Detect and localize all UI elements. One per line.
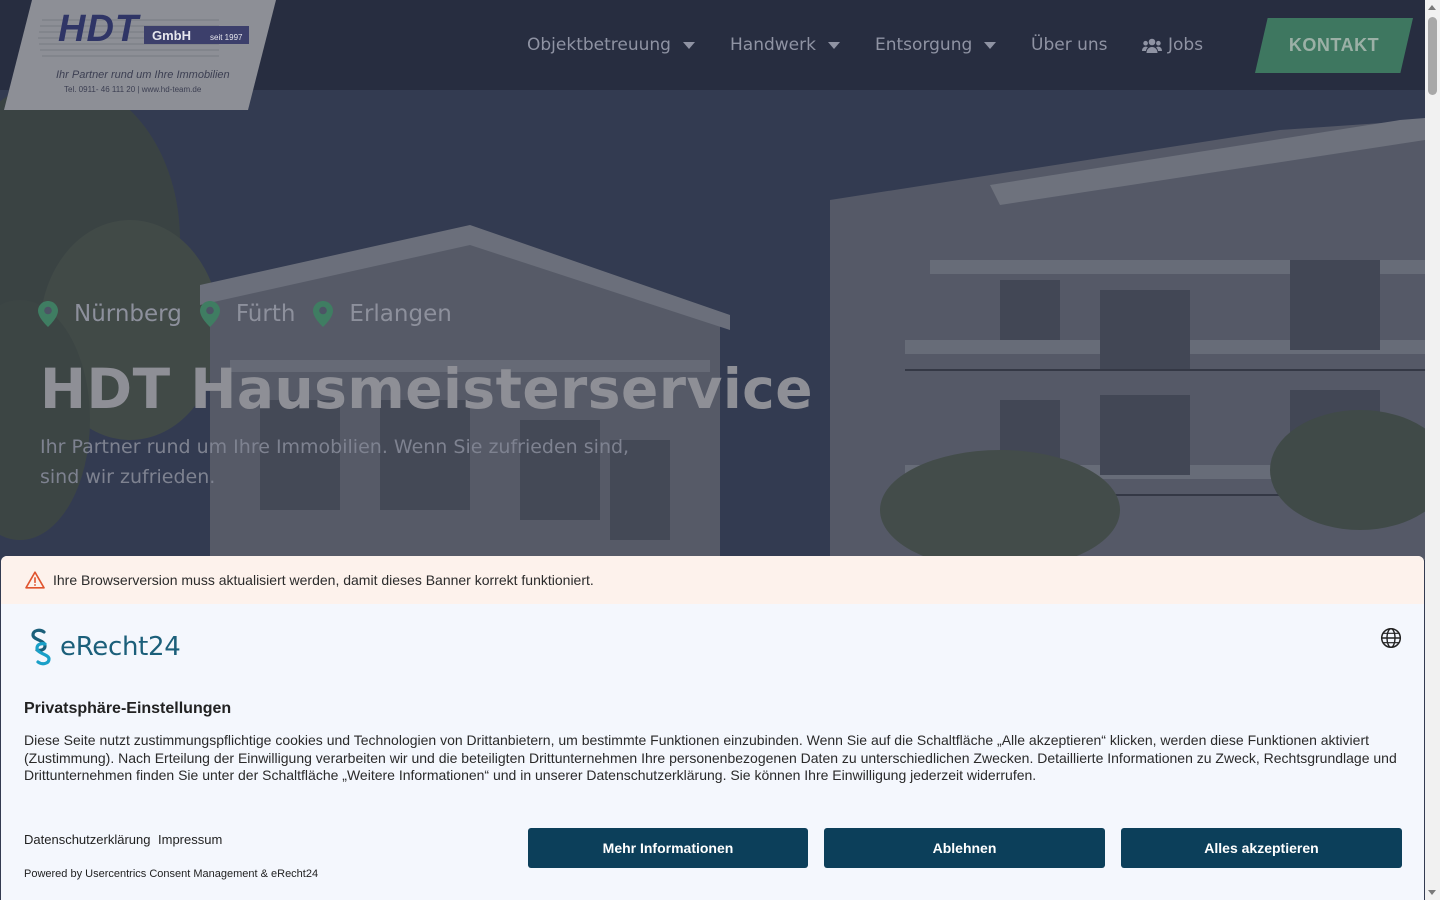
location-label: Erlangen — [349, 301, 452, 327]
decline-button[interactable]: Ablehnen — [824, 828, 1105, 868]
browser-warning-bar: Ihre Browserversion muss aktualisiert we… — [1, 556, 1424, 604]
nav-item-entsorgung[interactable]: Entsorgung — [875, 33, 997, 57]
nav-label: Jobs — [1168, 35, 1204, 55]
datenschutz-link[interactable]: Datenschutzerklärung — [24, 832, 150, 847]
users-icon — [1142, 38, 1162, 53]
site-header: HDT GmbH seit 1997 Ihr Partner rund um I… — [0, 0, 1425, 110]
logo-since: seit 1997 — [210, 33, 243, 42]
logo-tagline: Ihr Partner rund um Ihre Immobilien — [56, 69, 230, 81]
powered-by-text: Powered by Usercentrics Consent Manageme… — [24, 868, 319, 880]
logo-brand: HDT — [58, 8, 140, 50]
caret-down-icon — [984, 41, 997, 49]
scroll-up-arrow-icon[interactable] — [1428, 5, 1436, 10]
caret-down-icon — [682, 41, 695, 49]
erecht24-logo: eRecht24 — [24, 628, 181, 666]
location-label: Nürnberg — [74, 301, 182, 327]
map-pin-icon — [313, 301, 334, 327]
page-scrollbar[interactable] — [1425, 0, 1440, 900]
scroll-down-arrow-icon[interactable] — [1428, 890, 1436, 895]
nav-label: Entsorgung — [875, 35, 973, 55]
nav-item-ueber-uns[interactable]: Über uns — [1031, 33, 1108, 57]
consent-title: Privatsphäre-Einstellungen — [24, 700, 232, 717]
accept-all-button[interactable]: Alles akzeptieren — [1121, 828, 1402, 868]
kontakt-button[interactable]: KONTAKT — [1255, 18, 1413, 73]
language-globe-icon[interactable] — [1380, 627, 1402, 649]
hero-title: HDT Hausmeisterservice — [40, 357, 814, 421]
browser-warning-text: Ihre Browserversion muss aktualisiert we… — [53, 572, 594, 588]
map-pin-icon — [38, 301, 58, 327]
nav-label: Über uns — [1031, 35, 1108, 55]
location-label: Fürth — [235, 301, 296, 327]
cookie-consent-banner: Ihre Browserversion muss aktualisiert we… — [1, 556, 1424, 900]
erecht24-brand: eRecht24 — [60, 632, 181, 662]
logo-contact: Tel. 0911- 46 111 20 | www.hd-team.de — [64, 85, 202, 94]
nav-label: Objektbetreuung — [527, 35, 671, 55]
location-item: Erlangen — [313, 301, 452, 327]
more-info-button[interactable]: Mehr Informationen — [528, 828, 808, 868]
map-pin-icon — [199, 301, 220, 327]
nav-label: Handwerk — [730, 35, 816, 55]
paragraph-logo-icon — [31, 628, 51, 666]
scroll-thumb[interactable] — [1428, 17, 1437, 95]
nav-item-objektbetreuung[interactable]: Objektbetreuung — [527, 33, 695, 57]
location-item: Fürth — [199, 301, 296, 327]
warning-triangle-icon — [25, 571, 45, 589]
location-list: Nürnberg Fürth Erlangen — [38, 298, 470, 330]
impressum-link[interactable]: Impressum — [158, 832, 222, 847]
consent-description: Diese Seite nutzt zustimmungspflichtige … — [24, 732, 1397, 784]
nav-item-jobs[interactable]: Jobs — [1142, 33, 1203, 57]
nav-item-handwerk[interactable]: Handwerk — [730, 33, 840, 57]
hero-subtitle: Ihr Partner rund um Ihre Immobilien. Wen… — [40, 436, 630, 488]
company-logo[interactable]: HDT GmbH seit 1997 Ihr Partner rund um I… — [4, 0, 276, 110]
logo-suffix: GmbH — [152, 28, 191, 43]
location-item: Nürnberg — [38, 301, 182, 327]
caret-down-icon — [827, 41, 840, 49]
